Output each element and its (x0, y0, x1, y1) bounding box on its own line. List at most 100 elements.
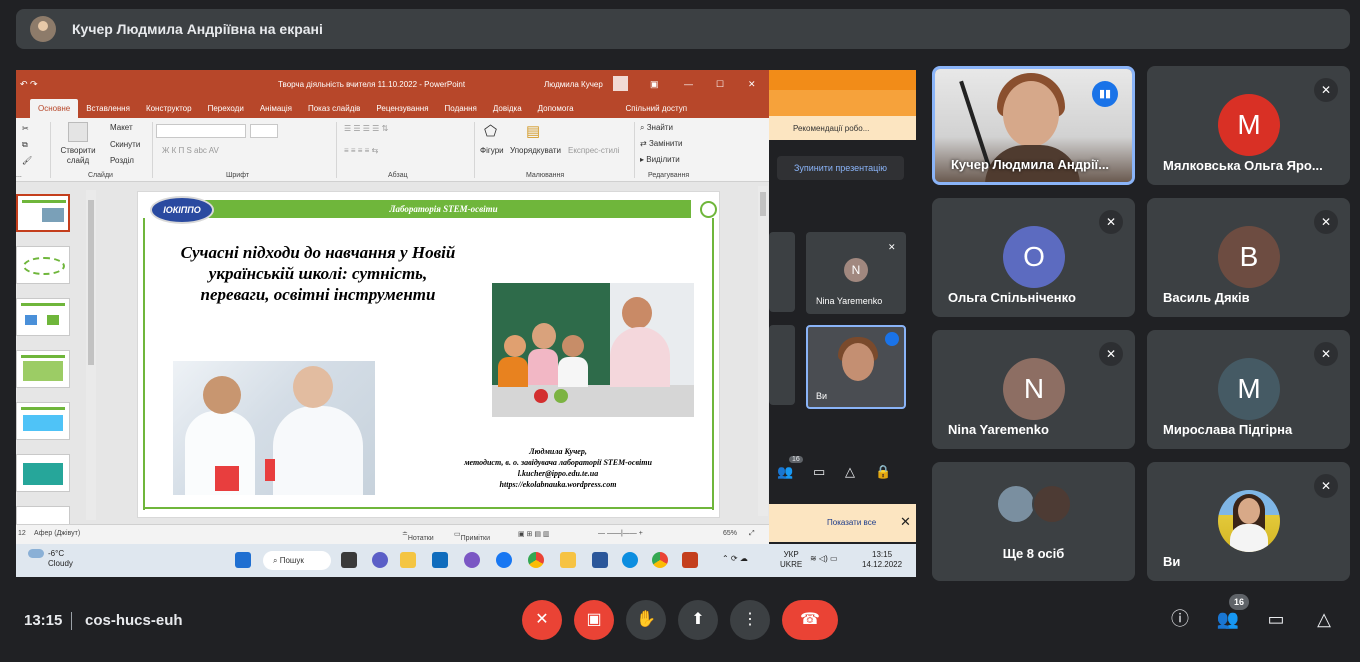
raise-hand-button[interactable]: ✋ (626, 600, 666, 640)
mini-self-name: Ви (816, 391, 828, 401)
tile-more-people[interactable]: Ще 8 осіб (932, 462, 1135, 581)
activities-icon[interactable]: △ (845, 464, 855, 480)
tile-participant[interactable]: ✕ M Мирослава Підгірна (1147, 330, 1350, 449)
align-icons[interactable]: ≡ ≡ ≡ ≡ ⇆ (344, 146, 378, 155)
chat-icon[interactable]: ▭ (813, 464, 825, 480)
tile-participant[interactable]: ✕ M Мялковська Ольга Яро... (1147, 66, 1350, 185)
viber-icon[interactable] (464, 552, 480, 568)
shapes-icon[interactable]: ⬠ (484, 122, 497, 140)
shapes-button[interactable]: Фігури (480, 146, 504, 155)
tab-view[interactable]: Подання (437, 104, 485, 118)
powerpoint-icon[interactable] (682, 552, 698, 568)
facebook-icon[interactable] (496, 552, 512, 568)
taskbar-search[interactable]: ⌕ Пошук (263, 551, 331, 570)
copy-icon[interactable]: ⧉ (22, 140, 28, 150)
zoom-slider[interactable]: — ——|—— + (598, 530, 643, 537)
weather-widget[interactable]: -6°C Cloudy (28, 549, 88, 569)
tab-design[interactable]: Конструктор (138, 104, 200, 118)
language-indicator[interactable]: УКР UKRE (780, 550, 802, 570)
camera-toggle-button[interactable]: ▣ (574, 600, 614, 640)
slide-thumb-4[interactable] (16, 350, 70, 388)
tab-animations[interactable]: Анімація (252, 104, 300, 118)
folder-icon[interactable] (560, 552, 576, 568)
slide-thumb-3[interactable] (16, 298, 70, 336)
tray-overflow-icon[interactable]: ⌃ ⟳ ☁ (722, 554, 748, 564)
tab-review[interactable]: Рецензування (368, 104, 436, 118)
tab-insert[interactable]: Вставлення (78, 104, 138, 118)
tab-transitions[interactable]: Переходи (200, 104, 252, 118)
people-icon[interactable]: 👥 (777, 464, 793, 480)
chrome-icon[interactable] (528, 552, 544, 568)
tile-participant[interactable]: ✕ O Ольга Спільніченко (932, 198, 1135, 317)
more-options-button[interactable]: ⋮ (730, 600, 770, 640)
explorer-icon[interactable] (400, 552, 416, 568)
fit-slide-icon[interactable]: ⤢ (749, 530, 755, 538)
minimize-icon[interactable]: — (684, 79, 693, 89)
present-button[interactable]: ⬆ (678, 600, 718, 640)
slide-thumb-6[interactable] (16, 454, 70, 492)
slide-thumb-2[interactable] (16, 246, 70, 284)
select-button[interactable]: ▸ Виділити (640, 155, 680, 164)
notes-button[interactable]: ≐ Нотатки (402, 530, 434, 542)
show-all-link[interactable]: Показати все (827, 518, 876, 527)
maximize-icon[interactable]: ☐ (716, 79, 724, 90)
stop-presentation-button[interactable]: Зупинити презентацію (777, 156, 904, 180)
cut-icon[interactable]: ✂ (22, 124, 29, 133)
layout-button[interactable]: Макет (110, 123, 133, 132)
replace-label: Замінити (648, 139, 683, 148)
replace-button[interactable]: ⇄ Замінити (640, 139, 683, 148)
thumbnails-scrollbar[interactable] (86, 190, 96, 520)
tab-slideshow[interactable]: Показ слайдів (300, 104, 368, 118)
ribbon-options-icon[interactable]: ▣ (650, 79, 659, 90)
tile-participant[interactable]: ✕ B Василь Дяків (1147, 198, 1350, 317)
activities-button[interactable]: △ (1311, 606, 1337, 632)
word-icon[interactable] (592, 552, 608, 568)
view-icons[interactable]: ▣ ⊞ ▤ ▥ (518, 530, 550, 538)
tile-presenter[interactable]: ▮▮ Кучер Людмила Андрії... (932, 66, 1135, 185)
tab-tell-me[interactable]: Допомога (530, 104, 582, 118)
mic-toggle-button[interactable]: ✕ (522, 600, 562, 640)
slide-scrollbar[interactable] (758, 186, 768, 516)
tile-self[interactable]: ✕ Ви (1147, 462, 1350, 581)
chat-button[interactable]: ▭ (1263, 606, 1289, 632)
mail-icon[interactable] (432, 552, 448, 568)
bookmark-item[interactable]: Рекомендації робо... (793, 124, 869, 133)
arrange-icon[interactable]: ▤ (526, 122, 540, 140)
clock[interactable]: 13:15 14.12.2022 (862, 550, 902, 570)
tab-help[interactable]: Довідка (485, 104, 530, 118)
edge-icon[interactable] (622, 552, 638, 568)
group-drawing: Малювання (526, 172, 565, 179)
font-size-box[interactable] (250, 124, 278, 138)
tab-home[interactable]: Основне (30, 99, 79, 118)
comments-button[interactable]: ▭ Примітки (454, 530, 490, 542)
section-button[interactable]: Розділ (110, 156, 134, 165)
quick-styles-button[interactable]: Експрес-стилі (568, 146, 619, 155)
paragraph-icons[interactable]: ☰ ☰ ☰ ☰ ⇅ (344, 124, 388, 133)
new-slide-icon[interactable] (68, 122, 88, 142)
teams-icon[interactable] (372, 552, 388, 568)
leave-call-button[interactable]: ☎ (782, 600, 838, 640)
info-button[interactable]: ⓘ (1167, 606, 1193, 632)
tile-participant[interactable]: ✕ N Nina Yaremenko (932, 330, 1135, 449)
new-slide-button[interactable]: Створити слайд (58, 146, 98, 166)
font-name-box[interactable] (156, 124, 246, 138)
slide-thumb-5[interactable] (16, 402, 70, 440)
format-painter-icon[interactable]: 🖌 (22, 156, 32, 165)
task-view-icon[interactable] (341, 552, 357, 568)
reset-button[interactable]: Скинути (110, 140, 140, 149)
wifi-sound-battery-icon[interactable]: ≋ ◁) ▭ (810, 554, 838, 564)
host-controls-icon[interactable]: 🔒 (875, 464, 891, 480)
lang-label-2: UKRE (780, 560, 803, 569)
slide-thumb-1[interactable] (16, 194, 70, 232)
chrome-2-icon[interactable] (652, 552, 668, 568)
close-icon[interactable]: ✕ (748, 79, 756, 90)
close-bar-icon[interactable]: ✕ (900, 514, 911, 530)
find-button[interactable]: ⌕ Знайти (640, 123, 673, 133)
tab-share[interactable]: Спільний доступ (618, 104, 696, 118)
font-format-icons[interactable]: Ж К П S abc AV (162, 146, 219, 155)
participant-avatar: M (1218, 94, 1280, 156)
start-icon[interactable] (235, 552, 251, 568)
activities-icon: △ (1317, 609, 1331, 629)
arrange-button[interactable]: Упорядкувати (510, 146, 561, 155)
undo-icon[interactable]: ↶ ↷ (20, 79, 38, 90)
